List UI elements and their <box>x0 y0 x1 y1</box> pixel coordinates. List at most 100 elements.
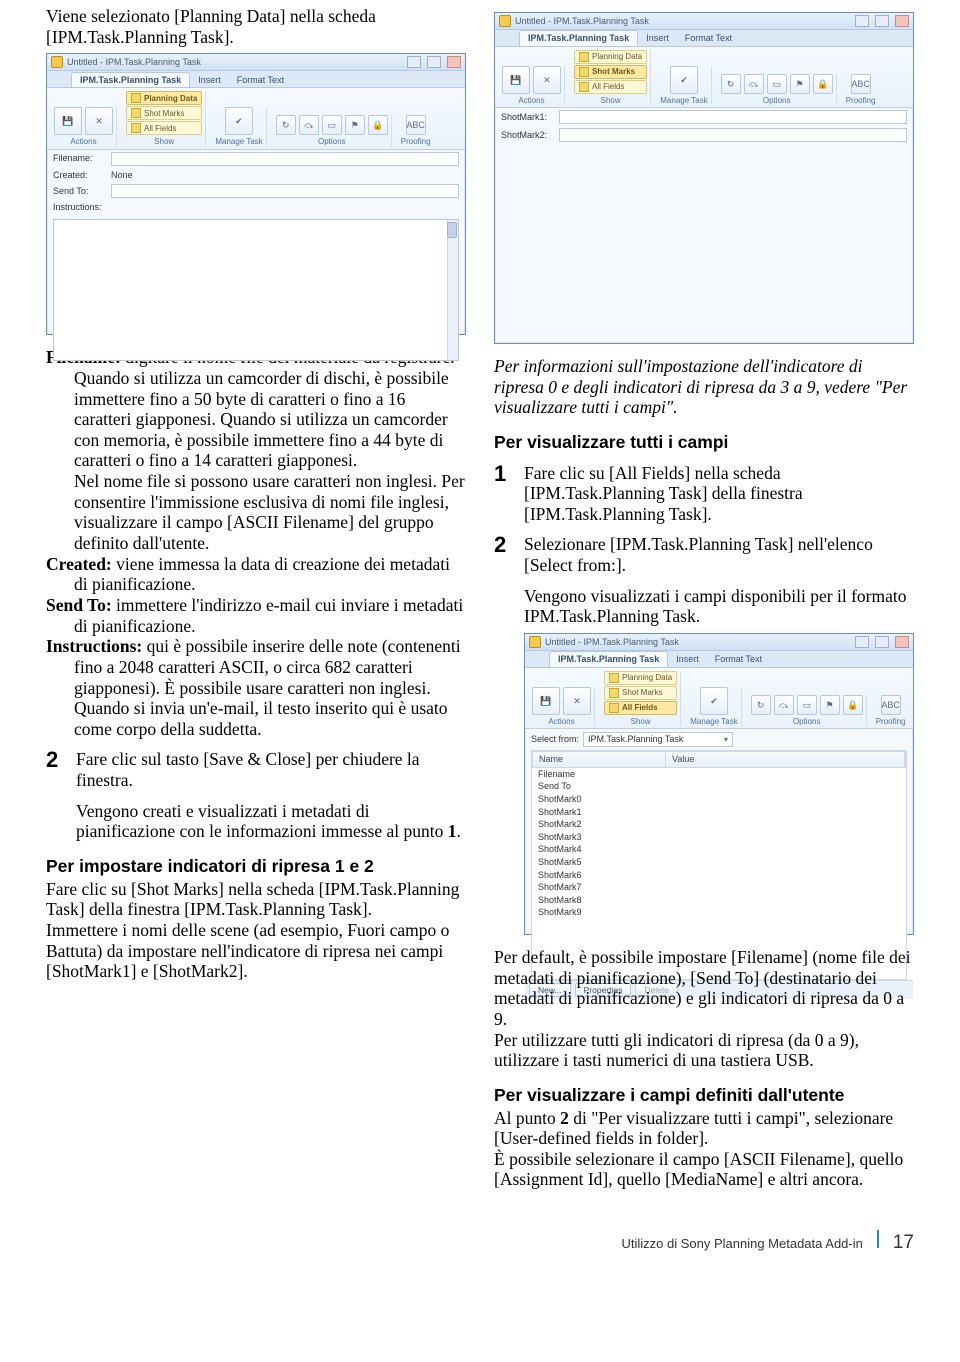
followup-button[interactable]: ⚑ <box>345 115 365 135</box>
tab-planning[interactable]: IPM.Task.Planning Task <box>549 651 668 667</box>
field-row[interactable]: Send To <box>532 780 906 793</box>
group-show: Show <box>601 96 621 105</box>
created-desc: Created: viene immessa la data di creazi… <box>46 554 466 595</box>
instructions-desc: Instructions: qui è possibile inserire d… <box>46 636 466 739</box>
field-row[interactable]: ShotMark8 <box>532 894 906 907</box>
mark-complete-button[interactable]: ✔ <box>670 66 698 94</box>
mark-complete-button[interactable]: ✔ <box>700 687 728 715</box>
mark-complete-button[interactable]: ✔ <box>225 107 253 135</box>
filename-label: Filename: <box>53 153 105 164</box>
field-row[interactable]: ShotMark2 <box>532 818 906 831</box>
tab-planning[interactable]: IPM.Task.Planning Task <box>71 72 190 88</box>
pill-all-fields[interactable]: All Fields <box>574 80 647 94</box>
maximize-icon[interactable] <box>875 15 889 27</box>
created-value: None <box>111 170 133 181</box>
screenshot-all-fields: Untitled - IPM.Task.Planning Task IPM.Ta… <box>524 633 914 935</box>
close-icon[interactable] <box>895 15 909 27</box>
shotmark1-label: ShotMark1: <box>501 112 553 123</box>
step-number-2: 2 <box>46 749 66 842</box>
categorize-button[interactable]: ▭ <box>322 115 342 135</box>
office-icon <box>51 56 63 68</box>
field-row[interactable]: ShotMark7 <box>532 881 906 894</box>
filename-input[interactable] <box>111 152 459 166</box>
categorize-button[interactable]: ▭ <box>767 74 787 94</box>
recurrence-button[interactable]: ↻ <box>721 74 741 94</box>
tab-format[interactable]: Format Text <box>677 31 740 46</box>
group-actions: Actions <box>518 96 544 105</box>
categorize-button[interactable]: ▭ <box>797 695 817 715</box>
tab-insert[interactable]: Insert <box>638 31 677 46</box>
minimize-icon[interactable] <box>855 15 869 27</box>
recurrence-button[interactable]: ↻ <box>276 115 296 135</box>
footer-label: Utilizzo di Sony Planning Metadata Add-i… <box>621 1236 862 1251</box>
window-title: Untitled - IPM.Task.Planning Task <box>515 16 849 27</box>
pill-all-fields[interactable]: All Fields <box>126 121 202 135</box>
scroll-thumb[interactable] <box>447 222 457 238</box>
skip-button[interactable]: ⤼ <box>774 695 794 715</box>
private-button[interactable]: 🔒 <box>813 74 833 94</box>
pill-planning-data[interactable]: Planning Data <box>126 91 202 105</box>
after-text-2: Per utilizzare tutti gli indicatori di r… <box>494 1030 914 1071</box>
created-label: Created: <box>53 170 105 181</box>
pill-shot-marks[interactable]: Shot Marks <box>604 686 677 700</box>
scrollbar[interactable] <box>447 220 458 360</box>
field-row[interactable]: ShotMark0 <box>532 793 906 806</box>
screenshot-planning-data: Untitled - IPM.Task.Planning Task IPM.Ta… <box>46 53 466 335</box>
shotmark2-label: ShotMark2: <box>501 130 553 141</box>
spelling-button[interactable]: ABC <box>406 115 426 135</box>
field-row[interactable]: ShotMark3 <box>532 831 906 844</box>
recurrence-button[interactable]: ↻ <box>751 695 771 715</box>
private-button[interactable]: 🔒 <box>843 695 863 715</box>
close-icon[interactable] <box>895 636 909 648</box>
followup-button[interactable]: ⚑ <box>820 695 840 715</box>
field-row[interactable]: ShotMark6 <box>532 869 906 882</box>
private-button[interactable]: 🔒 <box>368 115 388 135</box>
field-row[interactable]: ShotMark4 <box>532 843 906 856</box>
pill-shot-marks[interactable]: Shot Marks <box>574 65 647 79</box>
delete-button[interactable]: ✕ <box>563 687 591 715</box>
shotmark2-input[interactable] <box>559 128 907 142</box>
shotmark1-input[interactable] <box>559 110 907 124</box>
sendto-input[interactable] <box>111 184 459 198</box>
field-list[interactable]: FilenameSend ToShotMark0ShotMark1ShotMar… <box>532 768 906 919</box>
save-close-button[interactable]: 💾 <box>54 107 82 135</box>
pill-all-fields[interactable]: All Fields <box>604 701 677 715</box>
skip-button[interactable]: ⤼ <box>299 115 319 135</box>
spelling-button[interactable]: ABC <box>881 695 901 715</box>
maximize-icon[interactable] <box>427 56 441 68</box>
spelling-button[interactable]: ABC <box>851 74 871 94</box>
group-options: Options <box>318 137 346 146</box>
save-close-button[interactable]: 💾 <box>532 687 560 715</box>
pill-planning-data[interactable]: Planning Data <box>604 671 677 685</box>
pill-shot-marks[interactable]: Shot Marks <box>126 106 202 120</box>
tab-insert[interactable]: Insert <box>190 73 229 88</box>
skip-button[interactable]: ⤼ <box>744 74 764 94</box>
field-row[interactable]: ShotMark1 <box>532 806 906 819</box>
tab-planning[interactable]: IPM.Task.Planning Task <box>519 30 638 46</box>
office-icon <box>529 636 541 648</box>
field-row[interactable]: ShotMark9 <box>532 906 906 919</box>
delete-button[interactable]: ✕ <box>533 66 561 94</box>
minimize-icon[interactable] <box>855 636 869 648</box>
delete-button[interactable]: ✕ <box>85 107 113 135</box>
minimize-icon[interactable] <box>407 56 421 68</box>
field-row[interactable]: ShotMark5 <box>532 856 906 869</box>
page-number: 17 <box>893 1232 914 1254</box>
maximize-icon[interactable] <box>875 636 889 648</box>
followup-button[interactable]: ⚑ <box>790 74 810 94</box>
tab-format[interactable]: Format Text <box>229 73 292 88</box>
field-row[interactable]: Filename <box>532 768 906 781</box>
group-proofing: Proofing <box>401 137 431 146</box>
heading-user-fields: Per visualizzare i campi definiti dall'u… <box>494 1085 914 1106</box>
save-close-button[interactable]: 💾 <box>502 66 530 94</box>
tab-format[interactable]: Format Text <box>707 652 770 667</box>
group-manage: Manage Task <box>660 96 707 105</box>
tab-insert[interactable]: Insert <box>668 652 707 667</box>
step2-text-b: Vengono creati e visualizzati i metadati… <box>76 801 466 842</box>
step-number-2: 2 <box>494 534 514 627</box>
filename-desc: Filename: digitare il nome file del mate… <box>46 347 466 553</box>
pill-planning-data[interactable]: Planning Data <box>574 50 647 64</box>
select-from-dropdown[interactable]: IPM.Task.Planning Task▾ <box>583 732 733 747</box>
instructions-textarea[interactable] <box>53 219 459 361</box>
close-icon[interactable] <box>447 56 461 68</box>
